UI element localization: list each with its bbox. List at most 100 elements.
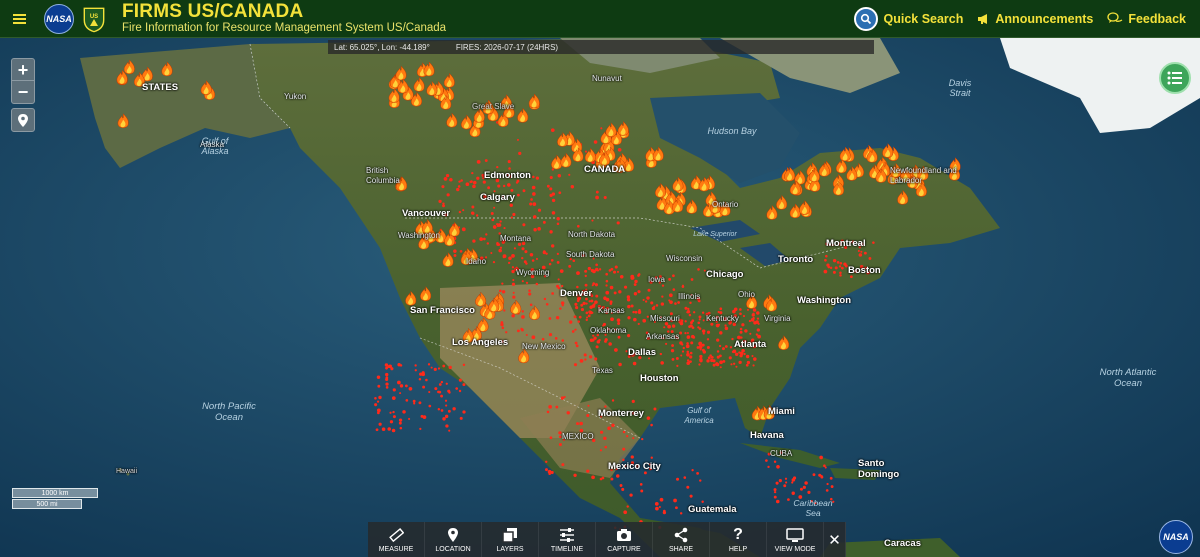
fire-detection-dot[interactable] (574, 302, 578, 306)
fire-detection-dot[interactable] (389, 420, 394, 424)
fire-detection-dot[interactable] (543, 297, 547, 301)
fire-detection-dot[interactable] (445, 382, 448, 385)
fire-detection-dot[interactable] (672, 274, 675, 278)
fire-detection-dot[interactable] (719, 307, 723, 311)
fire-detection-dot[interactable] (560, 396, 565, 400)
fire-detection-dot[interactable] (577, 224, 580, 228)
fire-detection-dot[interactable] (843, 262, 847, 266)
fire-detection-dot[interactable] (482, 180, 486, 184)
fire-detection-dot[interactable] (437, 408, 441, 411)
menu-button[interactable] (0, 0, 38, 38)
fire-detection-dot[interactable] (545, 468, 548, 472)
fire-detection-dot[interactable] (612, 270, 617, 274)
fire-flame-icon[interactable] (672, 176, 684, 192)
fire-detection-dot[interactable] (860, 250, 863, 253)
fire-detection-dot[interactable] (591, 219, 594, 222)
fire-detection-dot[interactable] (679, 341, 683, 345)
fire-detection-dot[interactable] (799, 487, 803, 491)
fire-detection-dot[interactable] (690, 341, 694, 345)
fire-detection-dot[interactable] (699, 359, 703, 363)
fire-detection-dot[interactable] (557, 174, 562, 178)
view-mode-tool-button[interactable]: VIEW MODE (767, 522, 824, 557)
fire-detection-dot[interactable] (646, 416, 651, 420)
fire-detection-dot[interactable] (807, 490, 811, 494)
fire-detection-dot[interactable] (614, 265, 618, 269)
fire-detection-dot[interactable] (559, 269, 564, 273)
fire-detection-dot[interactable] (756, 328, 760, 332)
fire-detection-dot[interactable] (595, 345, 599, 349)
fire-detection-dot[interactable] (756, 311, 760, 315)
fire-detection-dot[interactable] (525, 281, 529, 285)
fire-detection-dot[interactable] (440, 409, 444, 412)
fire-flame-icon[interactable] (652, 146, 664, 162)
fire-detection-dot[interactable] (507, 183, 511, 187)
fire-detection-dot[interactable] (738, 360, 742, 365)
fire-detection-dot[interactable] (646, 315, 650, 318)
fire-detection-dot[interactable] (630, 455, 634, 459)
fire-detection-dot[interactable] (511, 254, 515, 258)
fire-detection-dot[interactable] (824, 466, 827, 469)
fire-detection-dot[interactable] (561, 463, 565, 467)
fire-detection-dot[interactable] (589, 355, 593, 359)
fire-detection-dot[interactable] (584, 150, 588, 153)
fire-detection-dot[interactable] (422, 385, 426, 389)
fire-flame-icon[interactable] (529, 304, 540, 320)
fire-detection-dot[interactable] (560, 284, 564, 288)
fire-detection-dot[interactable] (500, 322, 504, 327)
fire-detection-dot[interactable] (549, 187, 553, 191)
fire-detection-dot[interactable] (773, 460, 777, 463)
fire-detection-dot[interactable] (523, 260, 527, 264)
fire-detection-dot[interactable] (529, 303, 533, 307)
fire-detection-dot[interactable] (490, 211, 494, 215)
fire-detection-dot[interactable] (507, 160, 511, 164)
fire-detection-dot[interactable] (728, 356, 732, 360)
fire-detection-dot[interactable] (671, 324, 676, 328)
fire-detection-dot[interactable] (391, 428, 396, 433)
fire-flame-icon[interactable] (475, 291, 487, 307)
fire-detection-dot[interactable] (825, 489, 829, 492)
fire-detection-dot[interactable] (408, 417, 411, 421)
fire-detection-dot[interactable] (732, 362, 736, 365)
fire-flame-icon[interactable] (897, 189, 909, 205)
fire-detection-dot[interactable] (685, 344, 690, 349)
fire-detection-dot[interactable] (756, 317, 760, 320)
fire-detection-dot[interactable] (653, 407, 657, 411)
fire-detection-dot[interactable] (824, 258, 827, 262)
fire-detection-dot[interactable] (549, 193, 553, 197)
fire-detection-dot[interactable] (598, 268, 602, 271)
fire-detection-dot[interactable] (660, 361, 664, 365)
fire-detection-dot[interactable] (623, 285, 628, 289)
fire-detection-dot[interactable] (617, 321, 621, 326)
fire-detection-dot[interactable] (600, 430, 604, 434)
fire-detection-dot[interactable] (627, 304, 631, 309)
fire-detection-dot[interactable] (556, 252, 560, 255)
fire-detection-dot[interactable] (680, 354, 683, 357)
fire-detection-dot[interactable] (575, 344, 579, 348)
fire-detection-dot[interactable] (667, 324, 671, 329)
fire-detection-dot[interactable] (686, 332, 689, 335)
fire-detection-dot[interactable] (595, 294, 599, 298)
fire-detection-dot[interactable] (832, 270, 836, 274)
fire-detection-dot[interactable] (533, 227, 537, 232)
fire-detection-dot[interactable] (549, 175, 553, 180)
fire-detection-dot[interactable] (608, 342, 612, 346)
fire-detection-dot[interactable] (603, 436, 607, 441)
fire-detection-dot[interactable] (599, 449, 603, 452)
fire-detection-dot[interactable] (746, 308, 750, 311)
fire-detection-dot[interactable] (701, 343, 705, 347)
fire-detection-dot[interactable] (642, 318, 647, 323)
fire-detection-dot[interactable] (739, 327, 743, 331)
fire-detection-dot[interactable] (682, 346, 685, 350)
fire-detection-dot[interactable] (721, 347, 725, 351)
fire-detection-dot[interactable] (791, 481, 794, 484)
fire-detection-dot[interactable] (710, 322, 714, 326)
fire-detection-dot[interactable] (531, 259, 535, 262)
fire-flame-icon[interactable] (655, 182, 666, 198)
fire-detection-dot[interactable] (719, 360, 723, 365)
fire-detection-dot[interactable] (592, 282, 595, 285)
fire-flame-icon[interactable] (778, 334, 790, 350)
fire-detection-dot[interactable] (521, 247, 525, 251)
fire-detection-dot[interactable] (420, 414, 424, 418)
fire-detection-dot[interactable] (632, 437, 635, 440)
fire-detection-dot[interactable] (490, 252, 493, 255)
